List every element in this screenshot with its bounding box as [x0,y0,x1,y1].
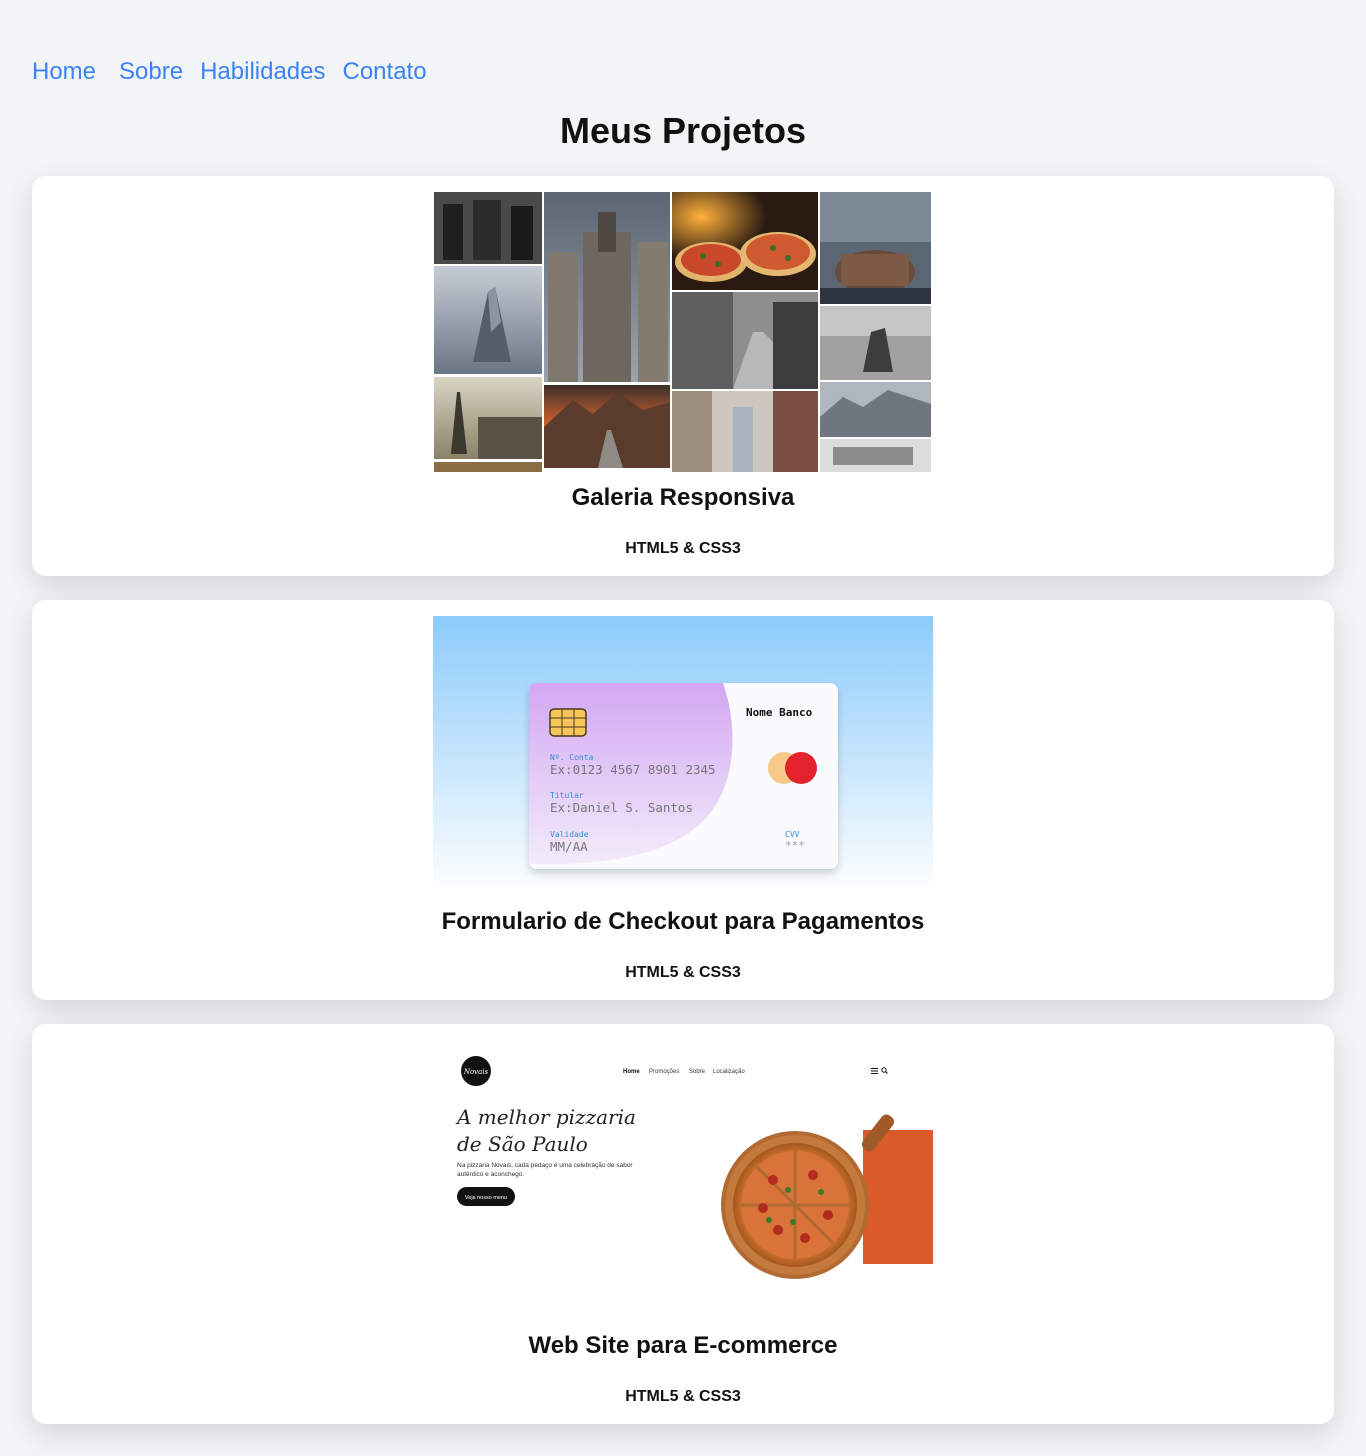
bank-name: Nome Banco [746,706,813,719]
project-thumbnail-galeria[interactable] [433,192,933,472]
credit-card-preview-image: Nome Banco Nº. Conta Ex:0123 4567 8901 2… [433,616,933,896]
project-card-ecommerce[interactable]: Novais Home Promoções Sobre Localização … [32,1024,1334,1424]
project-thumbnail-checkout[interactable]: Nome Banco Nº. Conta Ex:0123 4567 8901 2… [433,616,933,896]
project-card-galeria[interactable]: Galeria Responsiva HTML5 & CSS3 [32,176,1334,576]
svg-text:Promoções: Promoções [649,1069,679,1075]
svg-text:CVV: CVV [785,830,800,839]
nav-link-sobre[interactable]: Sobre [119,57,183,87]
svg-text:Ex:0123 4567 8901 2345: Ex:0123 4567 8901 2345 [550,762,716,777]
svg-text:Sobre: Sobre [689,1069,706,1075]
menu-icon [871,1068,878,1074]
project-thumbnail-ecommerce[interactable]: Novais Home Promoções Sobre Localização … [433,1040,933,1320]
project-title: Formulario de Checkout para Pagamentos [441,908,925,935]
main-nav: Home Sobre Habilidades Contato [32,57,427,87]
photo-collage-image [433,192,933,472]
svg-text:Veja nosso menu: Veja nosso menu [465,1195,507,1201]
nav-link-contato[interactable]: Contato [343,57,427,87]
svg-text:Titular: Titular [550,791,584,800]
svg-text:Na pizzaria Novais, cada pedaç: Na pizzaria Novais, cada pedaço é uma ce… [457,1162,633,1169]
project-title: Web Site para E-commerce [528,1332,838,1359]
project-tech: HTML5 & CSS3 [625,1388,741,1405]
svg-text:autêntico e aconchego.: autêntico e aconchego. [457,1171,524,1178]
project-title: Galeria Responsiva [571,484,795,511]
project-card-checkout[interactable]: Nome Banco Nº. Conta Ex:0123 4567 8901 2… [32,600,1334,1000]
svg-text:A melhor pizzaria: A melhor pizzaria [455,1105,636,1129]
nav-link-home[interactable]: Home [32,57,96,87]
project-tech: HTML5 & CSS3 [625,964,741,981]
pizzeria-site-preview-image: Novais Home Promoções Sobre Localização … [433,1040,933,1320]
page-title: Meus Projetos [559,110,807,151]
svg-text:Ex:Daniel S. Santos: Ex:Daniel S. Santos [550,800,693,815]
project-tech: HTML5 & CSS3 [625,540,741,557]
svg-text:Home: Home [623,1069,640,1075]
svg-text:***: *** [785,839,805,852]
svg-text:Validade: Validade [550,830,589,839]
nav-link-habilidades[interactable]: Habilidades [200,57,325,87]
svg-text:Novais: Novais [463,1068,489,1076]
svg-text:de São Paulo: de São Paulo [457,1132,588,1156]
svg-text:Nº. Conta: Nº. Conta [550,753,594,762]
svg-text:Localização: Localização [713,1069,745,1075]
svg-text:MM/AA: MM/AA [550,839,588,854]
chip-icon [549,708,587,737]
